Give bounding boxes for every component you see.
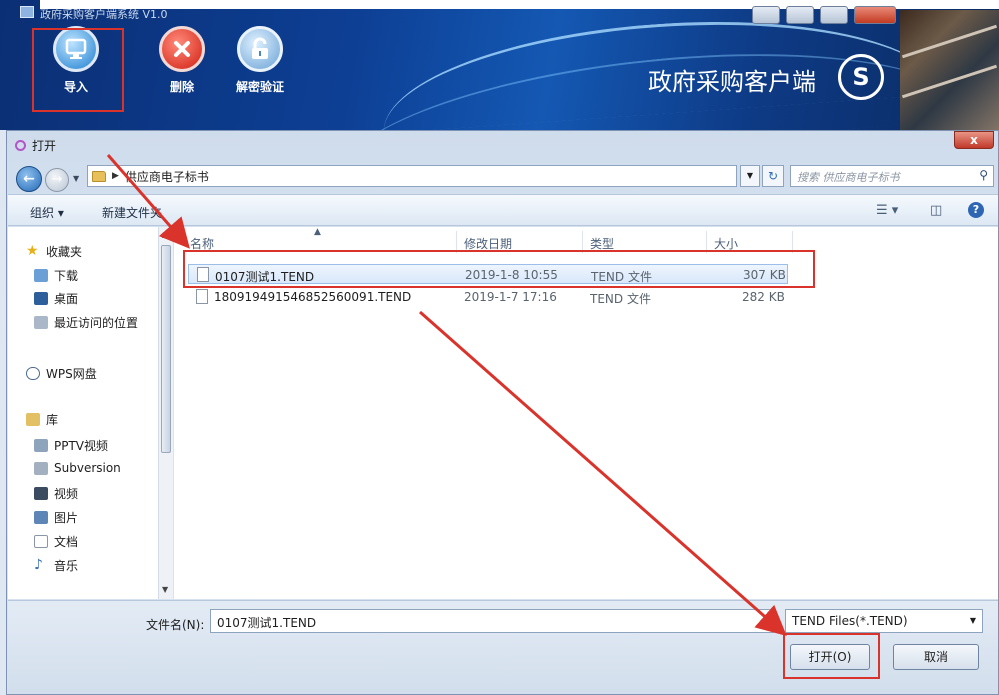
picture-icon [34, 511, 48, 524]
folder-icon [92, 170, 106, 182]
dialog-title: 打开 [15, 137, 56, 154]
nav-videos-label: 视频 [54, 487, 79, 501]
scroll-down-icon[interactable]: ▼ [162, 585, 168, 594]
nav-favorites-label: 收藏夹 [46, 245, 83, 259]
nav-recent-label: 最近访问的位置 [54, 316, 139, 330]
dialog-icon [15, 140, 26, 151]
command-bar: 组织 ▾ 新建文件夹 ☰ ▾ ◫ ? [8, 194, 998, 226]
library-folder-icon [34, 461, 48, 475]
file-highlight-box [183, 250, 815, 288]
nav-pptv-videos[interactable]: PPTV视频 [34, 437, 108, 454]
nav-pptv-label: PPTV视频 [54, 439, 109, 453]
nav-pictures-label: 图片 [54, 511, 79, 525]
sort-arrow-icon: ▲ [314, 227, 321, 237]
breadcrumb-folder[interactable]: 供应商电子标书 [125, 168, 209, 185]
nav-subversion[interactable]: Subversion [34, 461, 121, 475]
nav-music[interactable]: ♪ 音乐 [34, 557, 78, 574]
cancel-button[interactable]: 取消 [893, 644, 979, 670]
banner-photo [900, 10, 999, 130]
delete-button[interactable]: 删除 [142, 26, 222, 95]
address-bar[interactable]: ▶ 供应商电子标书 [87, 165, 737, 187]
document-icon [34, 535, 48, 548]
filename-value: 0107测试1.TEND [217, 616, 317, 630]
file-type: TEND 文件 [590, 292, 651, 306]
breadcrumb-chevron-icon[interactable]: ▶ [112, 171, 119, 181]
nav-recent-places[interactable]: 最近访问的位置 [34, 314, 138, 331]
star-icon: ★ [26, 243, 39, 259]
nav-scrollbar[interactable]: ▲ ▼ [158, 227, 173, 599]
nav-library-label: 库 [46, 413, 59, 427]
help-icon[interactable]: ? [968, 202, 984, 218]
file-type-select[interactable]: TEND Files(*.TEND) ▼ [785, 609, 983, 633]
nav-library[interactable]: 库 [26, 411, 58, 428]
address-dropdown-button[interactable]: ▼ [740, 165, 760, 187]
open-button-highlight-box [783, 633, 880, 679]
organize-button[interactable]: 组织 ▾ [30, 204, 64, 221]
search-icon[interactable]: ⚲ [979, 168, 988, 182]
lock-icon [237, 26, 283, 72]
navigation-pane: ★ 收藏夹 下载 桌面 最近访问的位置 WPS网盘 库 PPTV视频 Subve… [8, 227, 173, 599]
brand-title: 政府采购客户端 [648, 68, 816, 96]
maximize-button[interactable] [820, 6, 848, 24]
window-title: 政府采购客户端系统 V1.0 [40, 8, 168, 21]
file-row[interactable]: 180919491546852560091.TEND 2019-1-7 17:1… [188, 287, 788, 307]
scroll-thumb[interactable] [161, 245, 171, 453]
import-highlight-box [32, 28, 124, 112]
refresh-button[interactable]: ↻ [762, 165, 784, 187]
nav-documents[interactable]: 文档 [34, 533, 78, 550]
nav-subversion-label: Subversion [54, 461, 121, 475]
nav-desktop[interactable]: 桌面 [34, 290, 78, 307]
nav-downloads-label: 下载 [54, 269, 79, 283]
filename-input[interactable]: 0107测试1.TEND [210, 609, 774, 633]
dialog-close-button[interactable]: x [954, 131, 994, 149]
desktop-icon [34, 292, 48, 305]
nav-music-label: 音乐 [54, 559, 79, 573]
scroll-up-icon[interactable]: ▲ [162, 230, 168, 239]
nav-wps-cloud[interactable]: WPS网盘 [26, 365, 97, 382]
dialog-title-text: 打开 [32, 139, 57, 153]
brand-logo: S [838, 54, 884, 100]
nav-documents-label: 文档 [54, 535, 79, 549]
minimize-button[interactable] [786, 6, 814, 24]
downloads-icon [34, 269, 48, 282]
app-banner: 政府采购客户端系统 V1.0 导入 删除 解密验证 政府采购客户端 S [0, 0, 999, 130]
decrypt-verify-button[interactable]: 解密验证 [220, 26, 300, 95]
preview-pane-icon[interactable]: ◫ [930, 203, 942, 218]
forward-button[interactable]: → [45, 168, 69, 192]
nav-wps-label: WPS网盘 [46, 367, 97, 381]
app-icon [20, 6, 34, 18]
file-date: 2019-1-7 17:16 [464, 290, 557, 304]
nav-videos[interactable]: 视频 [34, 485, 78, 502]
window-menu-button[interactable] [752, 6, 780, 24]
back-button[interactable]: ← [16, 166, 42, 192]
video-icon [34, 487, 48, 500]
filename-label: 文件名(N): [146, 618, 205, 632]
library-icon [26, 413, 40, 426]
recent-places-icon [34, 316, 48, 329]
history-dropdown-icon[interactable]: ▼ [73, 174, 79, 183]
delete-x-icon [159, 26, 205, 72]
file-type-value: TEND Files(*.TEND) [792, 614, 908, 628]
nav-downloads[interactable]: 下载 [34, 267, 78, 284]
nav-favorites[interactable]: ★ 收藏夹 [26, 243, 82, 260]
music-icon: ♪ [34, 557, 43, 573]
file-name: 180919491546852560091.TEND [214, 290, 412, 304]
delete-label: 删除 [169, 80, 194, 94]
file-size: 282 KB [742, 290, 785, 304]
new-folder-button[interactable]: 新建文件夹 [102, 204, 162, 221]
window-close-button[interactable] [854, 6, 896, 24]
chevron-down-icon: ▼ [969, 616, 976, 625]
search-placeholder: 搜索 供应商电子标书 [797, 171, 900, 184]
search-input[interactable]: 搜索 供应商电子标书 ⚲ [790, 165, 994, 187]
decrypt-verify-label: 解密验证 [235, 80, 284, 94]
cloud-icon [26, 367, 40, 380]
nav-pictures[interactable]: 图片 [34, 509, 78, 526]
library-folder-icon [34, 439, 48, 452]
file-icon [196, 289, 208, 304]
view-options-icon[interactable]: ☰ ▾ [876, 203, 898, 218]
nav-desktop-label: 桌面 [54, 292, 79, 306]
